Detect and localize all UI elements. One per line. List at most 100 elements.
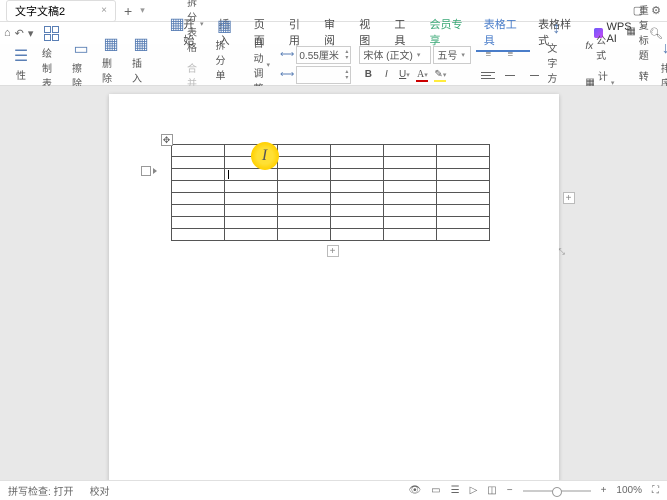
table-cell[interactable] xyxy=(171,145,224,157)
zoom-level[interactable]: 100% xyxy=(616,485,642,496)
table-cell[interactable] xyxy=(171,217,224,229)
reading-icon[interactable]: ▷ xyxy=(470,485,478,496)
properties-icon: ☰ xyxy=(12,47,30,65)
home-icon[interactable]: ⌂ xyxy=(4,27,11,40)
table-cell[interactable] xyxy=(277,145,330,157)
zoom-in-button[interactable]: + xyxy=(601,485,607,496)
table-cell[interactable] xyxy=(224,169,277,181)
print-layout-icon[interactable]: ▭ xyxy=(431,485,440,496)
italic-button[interactable]: I xyxy=(377,66,395,84)
table-cell[interactable] xyxy=(171,157,224,169)
table-cell[interactable] xyxy=(277,229,330,241)
table-cell[interactable] xyxy=(171,229,224,241)
table-cell[interactable] xyxy=(224,217,277,229)
table-resize-handle[interactable] xyxy=(559,241,567,249)
view-icon[interactable]: 👁 xyxy=(408,485,421,496)
properties-button[interactable]: ☰性 xyxy=(6,45,36,84)
table-cell[interactable] xyxy=(436,145,489,157)
table-cell[interactable] xyxy=(436,157,489,169)
table-cell[interactable] xyxy=(383,229,436,241)
table-cell[interactable] xyxy=(436,205,489,217)
web-layout-icon[interactable]: ◫ xyxy=(487,485,496,496)
table-cell[interactable] xyxy=(277,169,330,181)
halign-icon[interactable]: ≡ xyxy=(501,45,519,63)
row-height-input[interactable]: 0.55厘米▴▾ xyxy=(296,46,351,64)
table-cell[interactable] xyxy=(224,181,277,193)
align-center-button[interactable] xyxy=(501,66,519,84)
table-cell[interactable] xyxy=(330,145,383,157)
table-cell[interactable] xyxy=(383,157,436,169)
table-cell[interactable] xyxy=(330,169,383,181)
add-column-button[interactable]: + xyxy=(563,192,575,204)
table-cell[interactable] xyxy=(277,193,330,205)
table-cell[interactable] xyxy=(330,157,383,169)
table-cell[interactable] xyxy=(224,193,277,205)
table-cell[interactable] xyxy=(224,229,277,241)
table-cell[interactable] xyxy=(277,217,330,229)
draw-table-icon xyxy=(42,25,60,43)
bold-button[interactable]: B xyxy=(359,66,377,84)
table-cell[interactable] xyxy=(436,229,489,241)
table-cell[interactable] xyxy=(224,205,277,217)
outline-icon[interactable]: ☰ xyxy=(451,485,460,496)
table-cell[interactable] xyxy=(436,169,489,181)
row-select-handle[interactable] xyxy=(141,166,157,176)
document-canvas[interactable]: ✥ I + + xyxy=(0,86,667,480)
formula-button[interactable]: fx公式 xyxy=(579,30,620,64)
align-left-button[interactable] xyxy=(479,66,497,84)
valign-icon[interactable]: ≡ xyxy=(479,45,497,63)
table-cell[interactable] xyxy=(383,169,436,181)
close-tab-icon[interactable]: × xyxy=(101,5,107,16)
undo-icon[interactable]: ↶ xyxy=(15,27,24,40)
split-table-button[interactable]: ▦拆分表格▾ xyxy=(164,0,210,56)
fullscreen-icon[interactable]: ⛶ xyxy=(652,485,659,496)
document-table[interactable] xyxy=(171,144,490,241)
table-cell[interactable] xyxy=(171,193,224,205)
table-cell[interactable] xyxy=(277,181,330,193)
add-row-button[interactable]: + xyxy=(327,245,339,257)
table-cell[interactable] xyxy=(436,193,489,205)
col-width-input[interactable]: ▴▾ xyxy=(296,66,351,84)
split-table-icon: ▦ xyxy=(170,17,184,31)
table-cell[interactable] xyxy=(277,157,330,169)
table-cell[interactable] xyxy=(383,145,436,157)
table-cell[interactable] xyxy=(330,205,383,217)
erase-icon: ▭ xyxy=(72,40,90,58)
table-cell[interactable] xyxy=(330,217,383,229)
table-cell[interactable] xyxy=(171,181,224,193)
proof-status[interactable]: 校对 xyxy=(90,483,110,498)
redo-icon[interactable]: ▾ xyxy=(28,27,34,40)
font-size-select[interactable]: 五号▾ xyxy=(433,46,471,64)
table-cell[interactable] xyxy=(171,169,224,181)
spell-check-status[interactable]: 拼写检查: 打开 xyxy=(8,483,74,498)
font-color-button[interactable]: A▾ xyxy=(413,66,431,84)
table-cell[interactable] xyxy=(224,145,277,157)
table-cell[interactable] xyxy=(383,217,436,229)
tab-menu-button[interactable]: ▾ xyxy=(140,5,145,16)
zoom-slider[interactable] xyxy=(523,490,591,492)
repeat-header-button[interactable]: ▦重复标题 xyxy=(620,0,654,64)
table-cell[interactable] xyxy=(383,193,436,205)
table-cell[interactable] xyxy=(224,157,277,169)
table-cell[interactable] xyxy=(171,205,224,217)
table-cell[interactable] xyxy=(330,193,383,205)
align-right-button[interactable] xyxy=(523,66,541,84)
sort-button[interactable]: ↓↑排序 xyxy=(655,38,667,92)
split-cell-icon: ▦ xyxy=(216,17,234,35)
zoom-out-button[interactable]: − xyxy=(507,485,513,496)
col-width-icon: ⟷ xyxy=(280,69,294,80)
underline-button[interactable]: U▾ xyxy=(395,66,413,84)
table-cell[interactable] xyxy=(330,229,383,241)
erase-button[interactable]: ▭擦除 xyxy=(66,38,96,92)
document-tab[interactable]: 文字文稿2 × xyxy=(6,0,116,22)
table-cell[interactable] xyxy=(383,181,436,193)
table-cell[interactable] xyxy=(277,205,330,217)
document-page[interactable]: ✥ I + + xyxy=(109,94,559,480)
table-cell[interactable] xyxy=(436,181,489,193)
new-tab-button[interactable]: + xyxy=(124,3,132,19)
table-cell[interactable] xyxy=(383,205,436,217)
table-cell[interactable] xyxy=(436,217,489,229)
table-cell[interactable] xyxy=(330,181,383,193)
font-name-select[interactable]: 宋体 (正文)▾ xyxy=(359,46,431,64)
highlight-button[interactable]: ✎▾ xyxy=(431,66,449,84)
